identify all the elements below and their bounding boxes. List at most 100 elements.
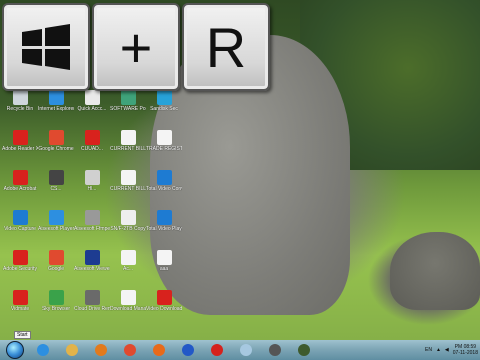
taskbar-item[interactable] [237,342,255,358]
adobe-icon [12,170,28,185]
taskbar-item[interactable] [63,342,81,358]
desktop-icon[interactable]: CUUAD... [74,130,110,152]
app-icon [84,250,100,265]
folder-icon [84,90,100,105]
desktop-icon-label: Internet Explorer [38,106,74,112]
desktop-icon[interactable]: Sky Browser [38,290,74,312]
desktop-icon[interactable]: Video Downloader [146,290,182,312]
desktop-icon-label: Cloud Drive Rent [74,306,110,312]
chrome-icon [124,344,136,356]
start-orb-icon [6,341,24,359]
windows-key [2,3,90,91]
desktop-icon-label: Ac... [122,266,133,272]
desktop-icon[interactable]: Google [38,250,74,272]
system-tray: EN ▲ ◀ PM 08:59 07-11-2018 [425,340,478,360]
desktop-wallpaper: Recycle Bin Internet Explorer Quick Accc..… [0,0,480,340]
app-icon [48,290,64,305]
desktop-icon[interactable]: Cloud Drive Rent [74,290,110,312]
document-icon [120,210,136,225]
firefox-icon [153,344,165,356]
media-player-icon [95,344,107,356]
desktop-icon-label: CUUAD... [81,146,103,152]
desktop-icon-label: CS... [50,186,62,192]
taskbar-item[interactable] [150,342,168,358]
taskbar-item[interactable] [266,342,284,358]
desktop-icon-label: Sky Browser [41,306,71,312]
app-icon [48,170,64,185]
desktop-icon-label: Adobe Security [3,266,37,272]
recycle-bin-icon [12,90,28,105]
app-icon [156,290,172,305]
taskbar-item[interactable] [92,342,110,358]
desktop-icon[interactable]: Recycle Bin [2,90,38,112]
desktop-icon[interactable]: Adobe Acrobat [2,170,38,192]
desktop-icon-label: Hl... [87,186,97,192]
desktop-icon[interactable]: Internet Explorer [38,90,74,112]
desktop-icon[interactable]: Video Capture [2,210,38,232]
clock[interactable]: PM 08:59 07-11-2018 [453,344,478,356]
desktop-icon-label: Google [47,266,65,272]
app-icon [269,344,281,356]
desktop-icon[interactable]: CS... [38,170,74,192]
flag-icon[interactable]: ▲ [436,347,441,353]
desktop-icon[interactable]: Quick Accc... [74,90,110,112]
taskbar-item[interactable] [34,342,52,358]
desktop-icon-label: Sandisk Sec [150,106,178,112]
app-icon [182,344,194,356]
internet-explorer-icon [48,90,64,105]
desktop-icon[interactable]: SOFTWARE Portable Exe [110,90,146,112]
desktop-icon[interactable]: aaa [146,250,182,272]
desktop-icon[interactable]: Total Video Player [146,210,182,232]
app-icon [12,210,28,225]
desktop-icon[interactable]: Adobe Security [2,250,38,272]
desktop-icon-label: aaa [159,266,169,272]
app-icon [84,290,100,305]
language-indicator[interactable]: EN [425,347,432,353]
document-icon [84,170,100,185]
desktop-icon[interactable]: Download Manager [110,290,146,312]
wallpaper-baby-elephant [390,232,480,310]
file-explorer-icon [66,344,78,356]
desktop-icon[interactable]: SN/F-2TB Copy [110,210,146,232]
app-icon [84,210,100,225]
desktop-icon-label: CURRENT BILL NO. [110,146,146,152]
desktop-icon[interactable]: Sandisk Sec [146,90,182,112]
plus-key: + [92,3,180,91]
taskbar-item[interactable] [121,342,139,358]
desktop-icon[interactable]: Hl... [74,170,110,192]
desktop-icon[interactable]: Adobe Reader XI [2,130,38,152]
desktop-icon-label: Vidmate [10,306,30,312]
desktop-icon[interactable]: CURRENT BILL NO. [110,130,146,152]
taskbar: EN ▲ ◀ PM 08:59 07-11-2018 [0,340,480,360]
opera-icon [211,344,223,356]
document-icon [156,250,172,265]
taskbar-item[interactable] [295,342,313,358]
document-icon [120,170,136,185]
desktop-icon-label: Download Manager [110,306,146,312]
document-icon [120,130,136,145]
window-icon [240,344,252,356]
adobe-reader-icon [12,130,28,145]
desktop-icon[interactable]: Aiseesoft Ffmpeg Edit [74,210,110,232]
desktop-icon[interactable]: CURRENT BILL NO.2018 [110,170,146,192]
desktop-icon[interactable]: TRADE REGISTER [146,130,182,152]
start-tooltip: Start [14,331,31,339]
start-button[interactable] [1,340,29,360]
desktop-icon-label: CURRENT BILL NO.2018 [110,186,146,192]
r-key: R [182,3,270,91]
desktop-icon[interactable]: Aiseesoft Viewer [74,250,110,272]
desktop-icon[interactable]: Vidmate [2,290,38,312]
app-icon [48,210,64,225]
desktop-icon[interactable]: Ac... [110,250,146,272]
desktop-icon[interactable]: Google Chrome [38,130,74,152]
desktop-icon-grid: Recycle Bin Internet Explorer Quick Accc..… [0,88,190,333]
desktop-icon[interactable]: Aiseesoft Player [38,210,74,232]
document-icon [120,250,136,265]
taskbar-item[interactable] [179,342,197,358]
desktop-icon-label: Aiseesoft Ffmpeg Edit [74,226,110,232]
desktop-icon[interactable]: Total Video Converter [146,170,182,192]
taskbar-item[interactable] [208,342,226,358]
volume-icon[interactable]: ◀ [445,347,449,353]
document-icon [84,130,100,145]
app-icon [12,250,28,265]
